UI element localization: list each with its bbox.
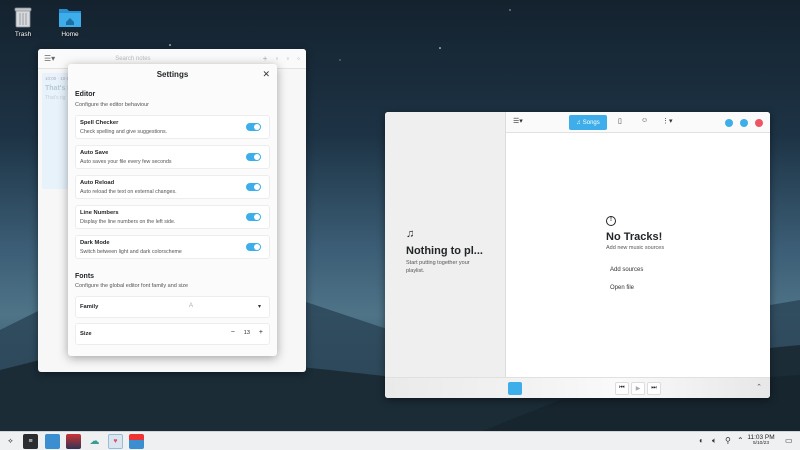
shell-app-icon[interactable]: ☁	[87, 434, 102, 449]
add-note-button[interactable]: +	[263, 54, 268, 63]
option-auto-reload: Auto Reload Auto reload the text on exte…	[75, 175, 270, 199]
trash-icon	[14, 7, 32, 28]
option-title: Dark Mode	[80, 240, 110, 246]
auto-save-toggle[interactable]	[246, 153, 261, 161]
terminal-app-icon[interactable]: ≡	[23, 434, 38, 449]
app-launcher-icon[interactable]: ⟡	[3, 434, 18, 449]
option-font-size: Size − 13 +	[75, 323, 270, 345]
close-icon[interactable]: ✕	[262, 69, 270, 80]
show-desktop-icon[interactable]: ▭	[785, 436, 793, 445]
tracks-pane: ☰▾ ♫ Songs ▯ ☺ ⋮▾ ! No Tracks! Add new m…	[505, 112, 770, 398]
option-auto-save: Auto Save Auto saves your file every few…	[75, 145, 270, 169]
editor-section-subtitle: Configure the editor behaviour	[75, 102, 149, 108]
settings-title: Settings	[156, 70, 189, 79]
minimize-button[interactable]	[725, 119, 733, 127]
option-font-family[interactable]: Family A ▾	[75, 296, 270, 318]
sidebar-toggle-icon[interactable]	[508, 382, 522, 395]
option-title: Spell Checker	[80, 120, 119, 126]
family-label: Family	[80, 304, 99, 310]
play-icon[interactable]: ▶	[631, 382, 645, 395]
increase-button[interactable]: +	[259, 329, 263, 336]
songs-tab-label: Songs	[582, 119, 600, 126]
music-window: ♫ Nothing to pl... Start putting togethe…	[385, 112, 770, 398]
albums-icon[interactable]: ▯	[618, 117, 622, 125]
playlist-pane: ♫ Nothing to pl... Start putting togethe…	[385, 112, 505, 398]
songs-tab[interactable]: ♫ Songs	[569, 115, 607, 130]
files-app-icon[interactable]	[45, 434, 60, 449]
artists-icon[interactable]: ☺	[641, 117, 648, 124]
playlist-empty-subtitle: Start putting together your playlist.	[406, 260, 470, 274]
option-desc: Switch between light and dark colorschem…	[80, 249, 182, 255]
search-input[interactable]: Search notes	[115, 56, 150, 62]
option-dark-mode: Dark Mode Switch between light and dark …	[75, 235, 270, 259]
option-title: Line Numbers	[80, 210, 119, 216]
editor-section-title: Editor	[75, 91, 96, 98]
font-size-stepper: − 13 +	[231, 329, 263, 336]
desktop-trash[interactable]: Trash	[3, 6, 43, 38]
info-icon: !	[606, 216, 616, 226]
editor-window-controls: + ◦ ◦ ◦	[263, 54, 300, 63]
clock[interactable]: 11:03 PM 5/10/23	[746, 434, 776, 446]
option-desc: Auto reload the text on external changes…	[80, 189, 177, 195]
auto-reload-toggle[interactable]	[246, 183, 261, 191]
settings-dialog: Settings ✕ Editor Configure the editor b…	[68, 64, 277, 356]
dropdown-caret-icon: ▾	[257, 304, 261, 310]
option-desc: Display the line numbers on the left sid…	[80, 219, 176, 225]
font-size-value[interactable]: 13	[244, 330, 250, 336]
network-icon[interactable]: ⚲	[725, 436, 731, 445]
tracks-empty-title: No Tracks!	[606, 231, 663, 243]
add-sources-button[interactable]: Add sources	[610, 267, 643, 273]
spell-checker-toggle[interactable]	[246, 123, 261, 131]
fonts-section-title: Fonts	[75, 273, 95, 280]
line-numbers-toggle[interactable]	[246, 213, 261, 221]
option-title: Auto Save	[80, 150, 109, 156]
desktop-trash-label: Trash	[14, 31, 32, 38]
tracks-empty-subtitle: Add new music sources	[606, 245, 665, 251]
option-spell-checker: Spell Checker Check spelling and give su…	[75, 115, 270, 139]
notes-app-icon[interactable]	[129, 434, 144, 449]
fonts-section-subtitle: Configure the global editor font family …	[75, 283, 189, 289]
editor-menu-button[interactable]: ☰▾	[44, 54, 55, 63]
size-label: Size	[80, 331, 92, 337]
option-desc: Check spelling and give suggestions.	[80, 129, 168, 135]
chevron-up-icon[interactable]: ⌃	[756, 383, 762, 391]
dark-mode-toggle[interactable]	[246, 243, 261, 251]
volume-icon[interactable]: 🔈︎	[712, 436, 717, 446]
heart-app-icon[interactable]: ♥	[108, 434, 123, 449]
option-desc: Auto saves your file every few seconds	[80, 159, 172, 165]
maximize-button[interactable]: ◦	[286, 54, 289, 63]
option-line-numbers: Line Numbers Display the line numbers on…	[75, 205, 270, 229]
playback-bar: ⏮ ▶ ⏭ ⌃	[385, 377, 770, 398]
player-controls: ⏮ ▶ ⏭	[615, 382, 661, 395]
playlist-empty-title: Nothing to pl...	[406, 245, 483, 257]
music-note-icon: ♫	[576, 119, 581, 126]
previous-track-icon[interactable]: ⏮	[615, 382, 629, 395]
more-menu-icon[interactable]: ⋮▾	[662, 117, 673, 125]
next-track-icon[interactable]: ⏭	[647, 382, 661, 395]
music-toolbar: ☰▾ ♫ Songs ▯ ☺ ⋮▾	[506, 112, 770, 133]
home-folder-icon	[59, 9, 81, 27]
desktop-home-label: Home	[61, 31, 79, 38]
maximize-button[interactable]	[740, 119, 748, 127]
music-app-icon[interactable]	[66, 434, 81, 449]
decrease-button[interactable]: −	[231, 329, 235, 336]
option-title: Auto Reload	[80, 180, 115, 186]
close-button[interactable]: ◦	[297, 54, 300, 63]
desktop-home[interactable]: Home	[50, 6, 90, 38]
taskbar: ⟡ ≡ ☁ ♥ ◐ 🔈︎ ⚲ ⌃ 11:03 PM 5/10/23 ▭	[0, 431, 800, 450]
tray-expand-icon[interactable]: ⌃	[737, 436, 744, 445]
menu-icon[interactable]: ☰▾	[513, 117, 523, 125]
bluetooth-icon[interactable]: ◐	[699, 436, 704, 445]
minimize-button[interactable]: ◦	[275, 54, 278, 63]
clock-date: 5/10/23	[752, 440, 769, 446]
open-file-button[interactable]: Open file	[610, 285, 634, 291]
family-value: A	[189, 303, 194, 309]
music-note-icon: ♫	[406, 228, 415, 240]
tracks-empty-state: ! No Tracks! Add new music sources	[606, 216, 664, 251]
close-button[interactable]	[755, 119, 763, 127]
playlist-empty-state: ♫ Nothing to pl... Start putting togethe…	[406, 228, 483, 275]
